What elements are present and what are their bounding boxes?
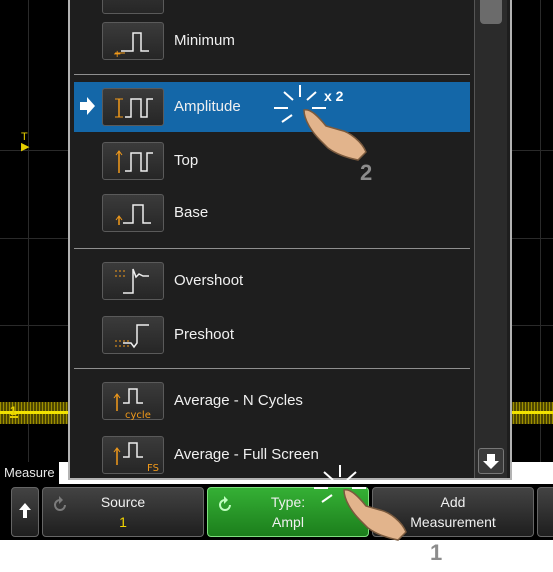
menu-item-label: Average - N Cycles [174, 392, 303, 409]
tap-count-label: x 2 [324, 88, 344, 104]
minimum-icon: + [102, 22, 164, 60]
softkey-value: 1 [119, 514, 127, 530]
amplitude-icon [102, 88, 164, 126]
divider [74, 248, 470, 249]
arrow-down-icon [483, 454, 499, 469]
grid-line [28, 0, 29, 462]
softkey-partial[interactable] [537, 487, 553, 537]
scroll-down-button[interactable] [478, 448, 504, 474]
step-number-1: 1 [430, 540, 443, 565]
menu-item-label: Average - Full Screen [174, 446, 319, 463]
maximum-icon [102, 0, 164, 14]
top-icon [102, 142, 164, 180]
menu-item-label: Preshoot [174, 326, 235, 343]
average-n-cycles-icon: cycle [102, 382, 164, 421]
divider [74, 368, 470, 369]
divider [74, 74, 470, 75]
grid-line [540, 0, 541, 462]
arrow-up-icon [19, 503, 31, 518]
menu-up-button[interactable] [11, 487, 39, 537]
source-softkey[interactable]: Source 1 [42, 487, 204, 537]
step-number-2: 2 [360, 160, 373, 185]
overshoot-icon [102, 262, 164, 300]
selection-arrow-icon [80, 97, 95, 115]
preshoot-icon [102, 316, 164, 354]
scrollbar-thumb[interactable] [480, 0, 502, 24]
softkey-menu-title: Measure [0, 462, 59, 484]
svg-text:+: + [113, 49, 121, 60]
ground-icon [10, 416, 18, 426]
menu-item-label: Overshoot [174, 272, 244, 289]
measurement-type-menu: + Minimum Amplitude Top Base Overshoot P… [68, 0, 512, 480]
menu-item-label: Base [174, 204, 209, 221]
menu-item-label: Amplitude [174, 98, 241, 115]
average-full-screen-icon: FS [102, 436, 164, 474]
menu-item-label: Top [174, 152, 199, 169]
icon-text: cycle [125, 410, 151, 421]
menu-scrollbar[interactable] [474, 0, 507, 478]
menu-item-minimum[interactable]: + Minimum [74, 16, 470, 66]
tap-hand-icon-1 [314, 465, 407, 541]
menu-item-label: Minimum [174, 32, 235, 49]
trigger-level-marker[interactable]: T ▶ [21, 132, 29, 153]
menu-item-preshoot[interactable]: Preshoot [74, 310, 470, 360]
softkey-label: Source [100, 494, 146, 510]
menu-item-base[interactable]: Base [74, 188, 470, 238]
menu-item-overshoot[interactable]: Overshoot [74, 256, 470, 306]
icon-text: FS [147, 463, 159, 474]
menu-item-average-n-cycles[interactable]: cycle Average - N Cycles [74, 376, 470, 426]
softkey-bar: Source 1 Type: Ampl Add Measurement [0, 484, 553, 540]
base-icon [102, 194, 164, 232]
